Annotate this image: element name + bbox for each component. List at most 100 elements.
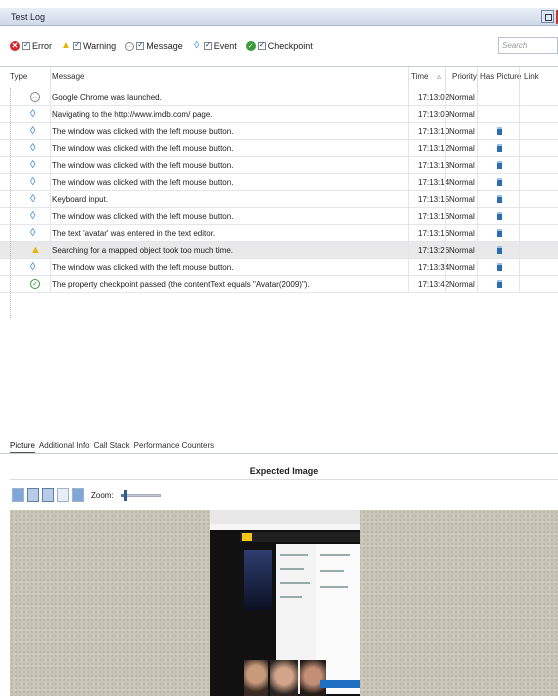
zoom-label: Zoom: (91, 490, 114, 500)
picture-icon[interactable] (497, 195, 502, 203)
filter-toolbar: ✕ Error ▲ Warning … Message ◊ Event ✓ Ch… (0, 34, 558, 58)
row-message: The window was clicked with the left mou… (52, 263, 234, 272)
event-icon: ◊ (30, 142, 36, 154)
picture-icon[interactable] (497, 280, 502, 288)
warning-checkbox[interactable] (73, 40, 81, 50)
picture-icon[interactable] (497, 144, 502, 152)
row-message: The window was clicked with the left mou… (52, 144, 234, 153)
log-rows: … Google Chrome was launched. 17:13:02 Norm… (0, 89, 558, 293)
filter-error[interactable]: ✕ Error (10, 40, 52, 51)
picture-icon[interactable] (497, 127, 502, 135)
warning-icon: ▲ (61, 40, 71, 51)
row-message: The window was clicked with the left mou… (52, 161, 234, 170)
warning-icon: ▲ (30, 244, 41, 256)
event-icon: ◊ (30, 193, 36, 205)
row-message: Searching for a mapped object took too m… (52, 246, 233, 255)
details-tabs: Picture Additional Info Call Stack Perfo… (0, 438, 558, 454)
row-priority: Normal (449, 144, 475, 153)
table-row[interactable]: ◊ The window was clicked with the left mo… (0, 174, 558, 191)
row-priority: Normal (449, 212, 475, 221)
message-icon: … (125, 41, 135, 51)
picture-icon[interactable] (497, 161, 502, 169)
fit-to-window-icon[interactable] (72, 488, 84, 502)
tab-call-stack[interactable]: Call Stack (94, 438, 130, 453)
row-priority: Normal (449, 110, 475, 119)
row-message: Navigating to the http://www.imdb.com/ p… (52, 110, 213, 119)
column-header-message[interactable]: Message (52, 72, 84, 81)
message-checkbox[interactable] (136, 40, 145, 50)
event-checkbox[interactable] (203, 40, 212, 50)
compare-images-icon[interactable] (42, 488, 54, 502)
event-icon: ◊ (30, 261, 36, 273)
imdb-logo-icon (242, 533, 252, 541)
grid-header: Type Message Time ▵ Priority Has Picture… (0, 67, 558, 89)
column-header-priority[interactable]: Priority (452, 72, 477, 81)
filter-checkpoint-label: Checkpoint (267, 41, 313, 51)
filter-warning-label: Warning (83, 41, 117, 51)
checkpoint-checkbox[interactable] (257, 40, 266, 50)
picture-icon[interactable] (497, 263, 502, 271)
filter-event[interactable]: ◊ Event (192, 40, 237, 51)
picture-icon[interactable] (497, 246, 502, 254)
table-row[interactable]: ◊ The window was clicked with the left mo… (0, 157, 558, 174)
row-message: The text 'avatar' was entered in the tex… (52, 229, 216, 238)
picture-icon[interactable] (497, 178, 502, 186)
log-grid: Type Message Time ▵ Priority Has Picture… (0, 66, 558, 426)
poster-image (244, 550, 272, 610)
row-priority: Normal (449, 263, 475, 272)
zoom-slider-thumb[interactable] (123, 489, 127, 501)
tab-picture[interactable]: Picture (10, 438, 35, 453)
event-icon: ◊ (30, 176, 36, 188)
tab-additional-info[interactable]: Additional Info (39, 438, 90, 453)
table-row[interactable]: ✓ The property checkpoint passed (the con… (0, 276, 558, 293)
table-row[interactable]: ◊ Keyboard input. 17:13:15 Normal (0, 191, 558, 208)
event-icon: ◊ (30, 108, 36, 120)
row-priority: Normal (449, 127, 475, 136)
event-icon: ◊ (194, 40, 200, 51)
error-checkbox[interactable] (22, 40, 30, 50)
filter-checkpoint[interactable]: ✓ Checkpoint (245, 40, 313, 51)
preview-title: Expected Image (10, 462, 558, 480)
row-priority: Normal (449, 280, 475, 289)
filter-event-label: Event (213, 41, 237, 51)
table-row[interactable]: ◊ The window was clicked with the left mo… (0, 123, 558, 140)
expected-image-icon[interactable] (12, 488, 24, 502)
search-input[interactable]: Search (498, 37, 558, 54)
tab-performance-counters[interactable]: Performance Counters (134, 438, 214, 453)
row-message: Keyboard input. (52, 195, 109, 204)
table-row[interactable]: ◊ The window was clicked with the left mo… (0, 208, 558, 225)
filter-message-label: Message (146, 41, 183, 51)
captured-screenshot (210, 510, 360, 696)
zoom-slider[interactable] (120, 489, 161, 501)
table-row[interactable]: ◊ The window was clicked with the left mo… (0, 259, 558, 276)
column-header-time[interactable]: Time (411, 72, 428, 81)
row-priority: Normal (449, 246, 475, 255)
table-row[interactable]: … Google Chrome was launched. 17:13:02 Norm… (0, 89, 558, 106)
column-header-type[interactable]: Type (10, 72, 27, 81)
event-icon: ◊ (30, 159, 36, 171)
message-icon: … (30, 92, 40, 102)
event-icon: ◊ (30, 125, 36, 137)
picture-icon[interactable] (497, 212, 502, 220)
actual-image-icon[interactable] (27, 488, 39, 502)
row-message: The property checkpoint passed (the cont… (52, 280, 310, 289)
table-row[interactable]: ◊ Navigating to the http://www.imdb.com/ … (0, 106, 558, 123)
refresh-icon[interactable] (57, 488, 69, 502)
table-row[interactable]: ▲ Searching for a mapped object took too … (0, 242, 558, 259)
error-icon: ✕ (10, 41, 20, 51)
table-row[interactable]: ◊ The text 'avatar' was entered in the te… (0, 225, 558, 242)
column-header-has-picture[interactable]: Has Picture (480, 72, 521, 81)
table-row[interactable]: ◊ The window was clicked with the left mo… (0, 140, 558, 157)
sort-asc-icon: ▵ (437, 72, 442, 81)
picture-icon[interactable] (497, 229, 502, 237)
filter-message[interactable]: … Message (125, 40, 183, 51)
row-priority: Normal (449, 195, 475, 204)
row-message: The window was clicked with the left mou… (52, 127, 234, 136)
window-title: Test Log (11, 12, 46, 22)
preview-toolbar: Zoom: (10, 484, 558, 506)
column-header-link[interactable]: Link (524, 72, 539, 81)
row-message: Google Chrome was launched. (52, 93, 162, 102)
filter-warning[interactable]: ▲ Warning (61, 40, 117, 51)
row-priority: Normal (449, 93, 475, 102)
maximize-icon[interactable] (541, 10, 554, 23)
